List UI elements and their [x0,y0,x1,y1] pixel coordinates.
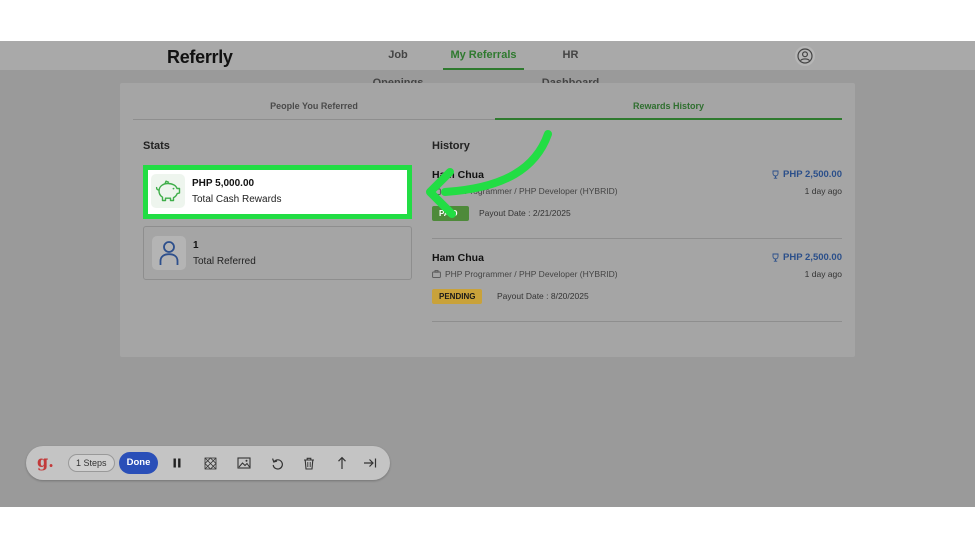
undo-icon [271,457,283,470]
referrals-card: People You Referred Rewards History Stat… [120,83,855,357]
referral-name: Ham Chua [432,252,484,264]
user-icon [159,241,179,265]
nav-my-referrals[interactable]: My Referrals [443,41,524,70]
reward-amount: PHP 2,500.00 [771,169,842,180]
stat-value: PHP 5,000.00 [192,178,255,189]
blur-button[interactable] [202,455,218,471]
skip-end-button[interactable] [362,455,378,471]
delete-button[interactable] [301,455,317,471]
pause-icon [173,458,181,468]
piggy-bank-icon [155,180,181,202]
steps-counter[interactable]: 1 Steps [68,454,115,472]
app-logo[interactable]: Referrly [167,47,233,68]
upload-icon [338,456,346,469]
trophy-icon [772,253,779,262]
undo-button[interactable] [269,455,285,471]
history-item[interactable]: Ham Chua PHP Programmer / PHP Developer … [432,169,842,239]
payout-date: Payout Date : 8/20/2025 [497,291,589,301]
status-badge: PENDING [432,289,483,304]
upload-button[interactable] [334,455,350,471]
recorder-toolbar: g. 1 Steps Done [26,446,390,480]
stat-total-referred[interactable]: 1 Total Referred [143,226,412,280]
tab-people-you-referred[interactable]: People You Referred [133,93,495,120]
screenshot-button[interactable] [236,455,252,471]
status-badge: PAID [432,206,469,221]
nav-job-openings[interactable]: Job Openings [362,41,434,89]
referral-job: PHP Programmer / PHP Developer (HYBRID) [432,186,618,196]
reward-amount-value: PHP 2,500.00 [783,252,842,263]
top-navigation: Referrly Job Openings My Referrals HR Da… [0,41,975,89]
stat-value: 1 [193,240,199,251]
stat-label: Total Referred [193,256,256,267]
app-screen: Referrly Job Openings My Referrals HR Da… [0,41,975,507]
reward-time: 1 day ago [804,269,842,279]
account-button[interactable] [795,46,815,66]
history-title: History [432,140,470,152]
recorder-logo[interactable]: g. [37,452,54,471]
referral-job-title: PHP Programmer / PHP Developer (HYBRID) [445,186,618,196]
stats-title: Stats [143,140,170,152]
nav-hr-dashboard[interactable]: HR Dashboard [533,41,608,89]
briefcase-icon [432,270,441,278]
reward-amount: PHP 2,500.00 [771,252,842,263]
blur-icon [203,456,217,470]
tab-rewards-history[interactable]: Rewards History [495,93,842,120]
trash-icon [304,457,314,470]
stat-icon-container [151,174,185,208]
image-icon [237,457,251,469]
history-item[interactable]: Ham Chua PHP Programmer / PHP Developer … [432,252,842,322]
trophy-icon [772,170,779,179]
reward-time: 1 day ago [804,186,842,196]
payout-date: Payout Date : 2/21/2025 [479,208,571,218]
referral-job-title: PHP Programmer / PHP Developer (HYBRID) [445,269,618,279]
referral-job: PHP Programmer / PHP Developer (HYBRID) [432,269,618,279]
pause-button[interactable] [169,455,185,471]
skip-end-icon [364,458,377,468]
done-button[interactable]: Done [119,452,158,474]
reward-amount-value: PHP 2,500.00 [783,169,842,180]
stat-icon-container [152,236,186,270]
stat-label: Total Cash Rewards [192,194,282,205]
user-circle-icon [797,48,813,64]
briefcase-icon [432,187,441,195]
referral-name: Ham Chua [432,169,484,181]
stat-total-cash-rewards[interactable]: PHP 5,000.00 Total Cash Rewards [143,165,412,219]
